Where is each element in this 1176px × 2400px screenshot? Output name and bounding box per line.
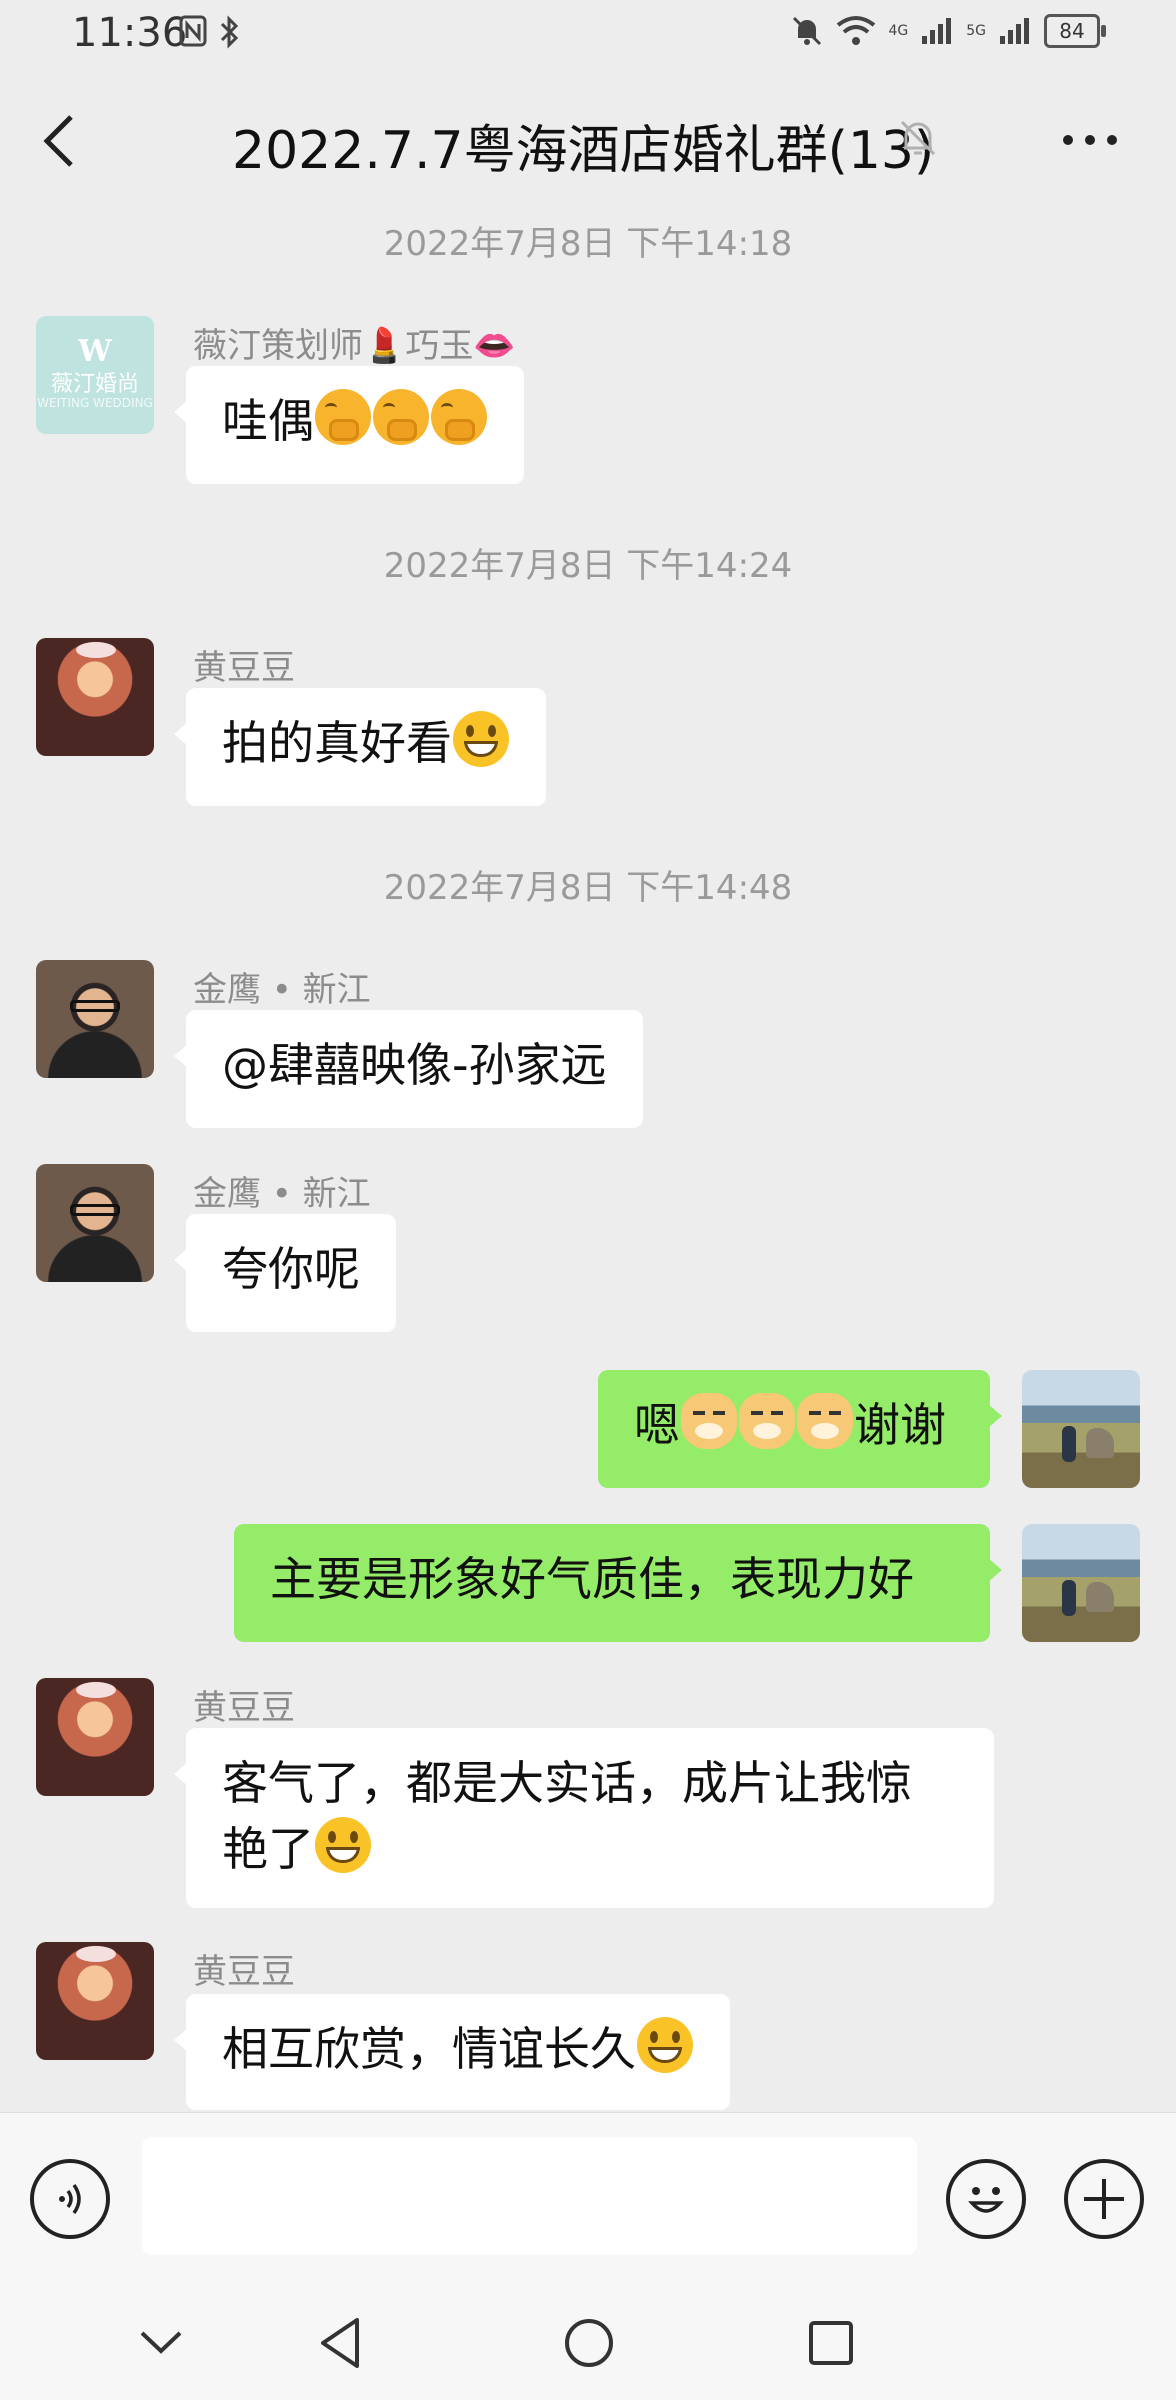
message-text: 拍的真好看 <box>222 716 452 770</box>
circle-home-icon <box>565 2319 613 2367</box>
voice-input-button[interactable] <box>30 2159 110 2239</box>
message-timestamp: 2022年7月8日 下午14:48 <box>383 868 793 908</box>
signal-icon <box>922 18 952 44</box>
chat-title: 2022.7.7粤海酒店婚礼群(13) <box>232 121 935 181</box>
sender-name: 金鹰 • 新江 <box>193 1174 371 1214</box>
message-bubble[interactable]: 相互欣赏，情谊长久 <box>174 1994 730 2110</box>
message-timestamp: 2022年7月8日 下午14:18 <box>383 224 793 264</box>
shy-face-emoji-icon <box>315 389 371 445</box>
mute-notification-icon <box>793 16 822 46</box>
grin-emoji-icon <box>637 2017 693 2073</box>
smiley-icon <box>968 2187 1004 2213</box>
message-bubble[interactable]: 夸你呢 <box>174 1214 396 1332</box>
signal-icon-2 <box>1000 18 1029 44</box>
shy-face-emoji-icon <box>373 389 429 445</box>
muted-bell-icon <box>896 116 940 164</box>
message-bubble[interactable]: 嗯 谢谢 <box>598 1370 1002 1488</box>
chevron-down-icon <box>140 2331 182 2354</box>
doge-emoji-icon <box>797 1393 853 1449</box>
more-options-button[interactable] <box>1060 120 1120 160</box>
back-arrow-icon <box>43 115 73 167</box>
message-bubble[interactable]: 哇偶 <box>174 366 524 484</box>
nav-collapse-button[interactable] <box>126 2308 196 2378</box>
message-timestamp: 2022年7月8日 下午14:24 <box>383 546 793 586</box>
grin-emoji-icon <box>453 711 509 767</box>
doge-emoji-icon <box>681 1393 737 1449</box>
bluetooth-icon <box>220 15 239 49</box>
voice-icon <box>59 2183 81 2215</box>
message-text: @肆囍映像-孙家远 <box>222 1038 607 1092</box>
avatar-logo-sub: WEITING WEDDING <box>37 396 153 410</box>
message-text: 嗯 <box>634 1398 680 1452</box>
man-portrait-avatar[interactable] <box>36 960 154 1078</box>
landscape-avatar[interactable] <box>1022 1524 1140 1642</box>
girl-portrait-avatar[interactable] <box>36 638 154 756</box>
more-dots-icon <box>1063 135 1117 145</box>
chat-header: 2022.7.7粤海酒店婚礼群(13) <box>0 70 1176 210</box>
emoji-button[interactable] <box>946 2159 1026 2239</box>
plus-icon <box>1084 2179 1124 2219</box>
message-bubble[interactable]: 客气了，都是大实话，成片让我惊 艳了 <box>174 1728 994 1908</box>
grin-emoji-icon <box>315 1817 371 1873</box>
doge-emoji-icon <box>739 1393 795 1449</box>
message-input[interactable] <box>142 2137 917 2255</box>
battery-icon: 84 <box>1044 14 1106 48</box>
avatar-logo-letter: W <box>78 334 112 369</box>
input-bar <box>0 2112 1176 2283</box>
avatar-logo-name: 薇汀婚尚 <box>50 372 139 397</box>
message-text: 相互欣赏，情谊长久 <box>222 2022 636 2076</box>
nfc-icon <box>179 15 207 47</box>
girl-portrait-avatar[interactable] <box>36 1942 154 2060</box>
sender-name: 黄豆豆 <box>193 648 295 688</box>
shy-face-emoji-icon <box>431 389 487 445</box>
system-navigation-bar <box>0 2282 1176 2400</box>
sender-name: 薇汀策划师💄巧玉👄 <box>193 326 516 366</box>
landscape-avatar[interactable] <box>1022 1370 1140 1488</box>
nav-home-button[interactable] <box>554 2308 624 2378</box>
back-button[interactable] <box>30 106 86 176</box>
nav-recents-button[interactable] <box>796 2308 866 2378</box>
nav-back-button[interactable] <box>306 2308 376 2378</box>
weiting-logo-avatar[interactable]: W 薇汀婚尚 WEITING WEDDING <box>36 316 154 434</box>
sender-name: 黄豆豆 <box>193 1952 295 1992</box>
status-time: 11:36 <box>72 10 188 56</box>
message-text-line: 客气了，都是大实话，成片让我惊 <box>222 1756 912 1810</box>
sender-name: 金鹰 • 新江 <box>193 970 371 1010</box>
triangle-back-icon <box>321 2318 359 2368</box>
wifi-icon <box>837 16 876 45</box>
network-4g-label: 4G <box>888 23 909 39</box>
man-portrait-avatar[interactable] <box>36 1164 154 1282</box>
status-bar: 11:36 4G 5G 84 <box>0 0 1176 70</box>
message-bubble[interactable]: @肆囍映像-孙家远 <box>174 1010 643 1128</box>
more-functions-button[interactable] <box>1064 2159 1144 2239</box>
sender-name: 黄豆豆 <box>193 1688 295 1728</box>
message-bubble[interactable]: 拍的真好看 <box>174 688 546 806</box>
message-text: 夸你呢 <box>222 1242 360 1296</box>
girl-portrait-avatar[interactable] <box>36 1678 154 1796</box>
message-text: 哇偶 <box>222 394 314 448</box>
network-5g-label: 5G <box>966 23 986 39</box>
message-text: 谢谢 <box>854 1398 946 1452</box>
message-bubble[interactable]: 主要是形象好气质佳，表现力好 <box>234 1524 1002 1642</box>
message-text: 主要是形象好气质佳，表现力好 <box>270 1552 914 1606</box>
square-recents-icon <box>809 2321 853 2365</box>
message-text-line: 艳了 <box>222 1822 314 1876</box>
